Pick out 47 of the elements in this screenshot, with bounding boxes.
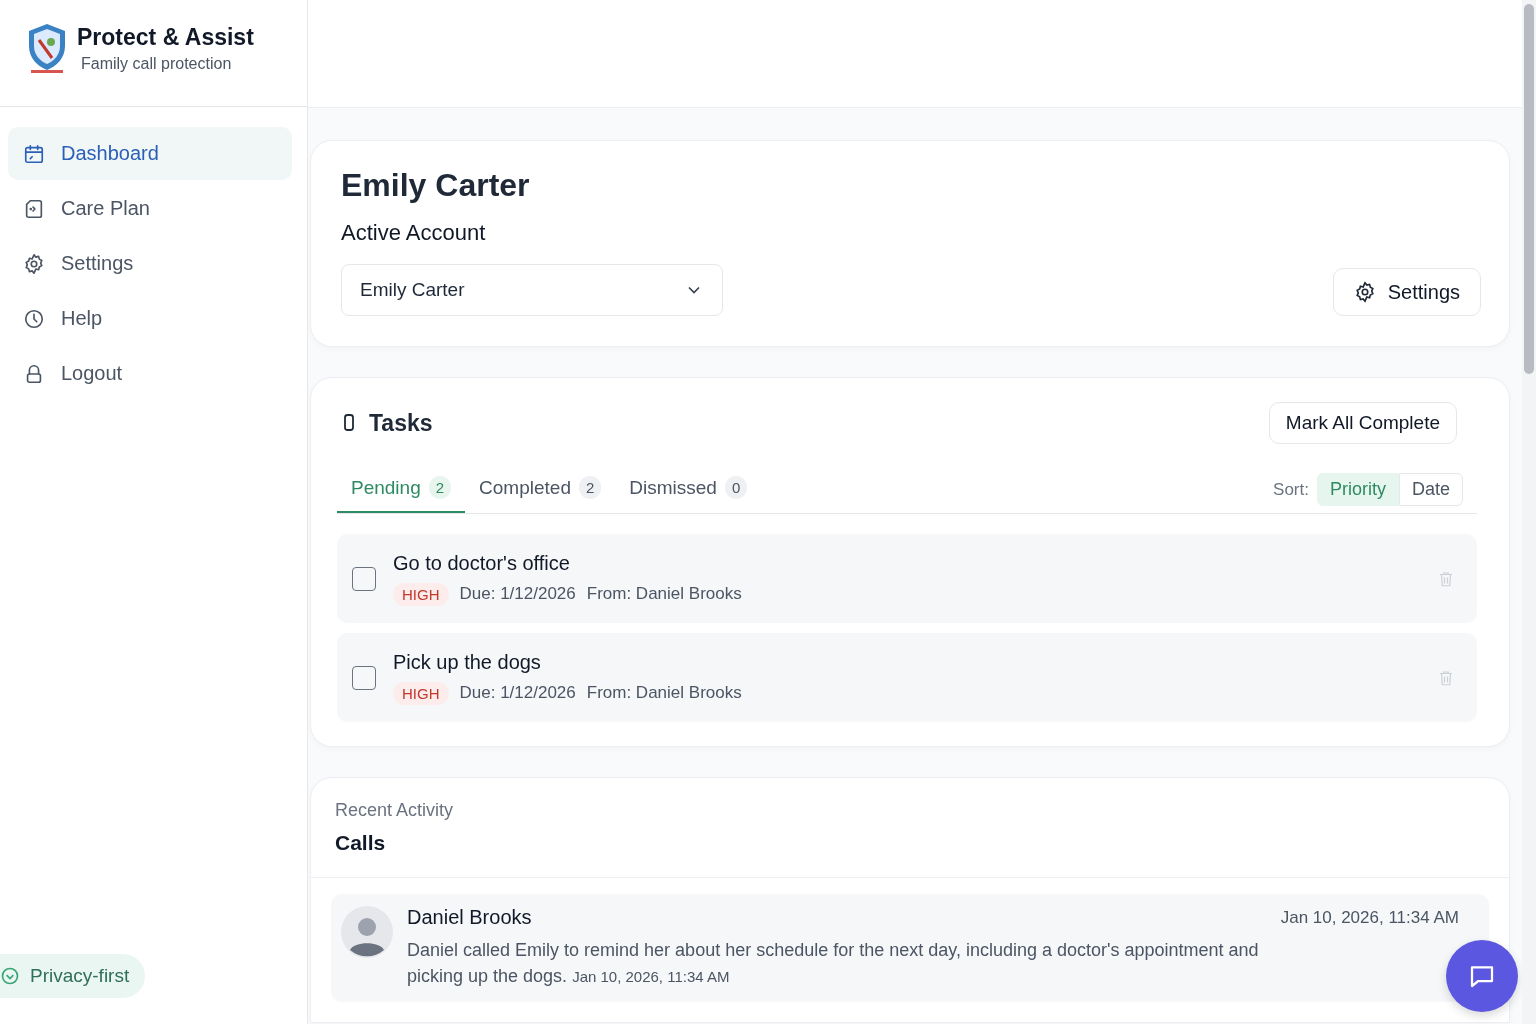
document-code-icon bbox=[23, 197, 45, 220]
task-tab[interactable]: Dismissed 0 bbox=[615, 466, 762, 513]
app-tagline: Family call protection bbox=[81, 55, 233, 73]
calls-title: Calls bbox=[335, 831, 387, 855]
priority-badge: HIGH bbox=[393, 681, 449, 705]
clock-icon bbox=[23, 307, 45, 330]
section-eyebrow: Recent Activity bbox=[335, 800, 455, 821]
task-title: Pick up the dogs bbox=[393, 650, 542, 674]
privacy-label: Privacy-first bbox=[30, 965, 130, 987]
priority-badge: HIGH bbox=[393, 582, 449, 606]
count-badge: 0 bbox=[724, 476, 748, 499]
count-badge: 2 bbox=[578, 476, 602, 499]
task-checkbox[interactable] bbox=[352, 566, 376, 591]
sidebar-item[interactable]: Logout bbox=[8, 347, 292, 400]
task-sender: From: Daniel Brooks bbox=[586, 683, 742, 703]
check-circle-icon bbox=[0, 966, 20, 986]
task-tab[interactable]: Completed 2 bbox=[465, 466, 616, 513]
section-label: Active Account bbox=[341, 220, 487, 246]
sidebar-item[interactable]: Help bbox=[8, 292, 292, 345]
sidebar-item[interactable]: Settings bbox=[8, 237, 292, 290]
sidebar-item[interactable]: Dashboard bbox=[8, 127, 292, 180]
app-title: Protect & Assist bbox=[77, 24, 254, 51]
task-sender: From: Daniel Brooks bbox=[586, 584, 742, 604]
task-due-date: Due: 1/12/2026 bbox=[459, 683, 576, 703]
settings-icon bbox=[1353, 281, 1376, 303]
phone-icon bbox=[343, 413, 355, 433]
task-title: Go to doctor's office bbox=[393, 551, 571, 575]
account-name: Emily Carter bbox=[341, 167, 531, 204]
mark-all-complete-button[interactable]: Mark All Complete bbox=[1268, 402, 1457, 444]
sort-label: Sort: bbox=[1273, 479, 1309, 500]
account-dropdown[interactable]: Emily Carter bbox=[341, 264, 723, 316]
avatar-icon bbox=[341, 906, 393, 958]
call-time: Jan 10, 2026, 11:34 AM bbox=[1280, 907, 1459, 928]
tasks-title: Tasks bbox=[369, 409, 433, 437]
settings-button[interactable]: Settings bbox=[1332, 268, 1481, 316]
count-badge: 2 bbox=[428, 476, 452, 499]
task-due-date: Due: 1/12/2026 bbox=[459, 584, 576, 604]
task-tab[interactable]: Pending 2 bbox=[337, 466, 466, 513]
sort-option[interactable]: Priority bbox=[1316, 473, 1399, 506]
calendar-icon bbox=[23, 142, 45, 165]
sort-option[interactable]: Date bbox=[1398, 473, 1463, 506]
scrollbar[interactable] bbox=[1522, 0, 1536, 1024]
settings-icon bbox=[23, 252, 45, 275]
task-checkbox[interactable] bbox=[352, 665, 376, 690]
call-summary: Daniel called Emily to remind her about her schedule for the next day, including a doctor's appointment and picking up the dogs. Jan 10, 2026, 11:34 AM bbox=[407, 939, 1260, 988]
caller-name: Daniel Brooks bbox=[407, 906, 532, 929]
sidebar-item[interactable]: Care Plan bbox=[8, 182, 292, 235]
